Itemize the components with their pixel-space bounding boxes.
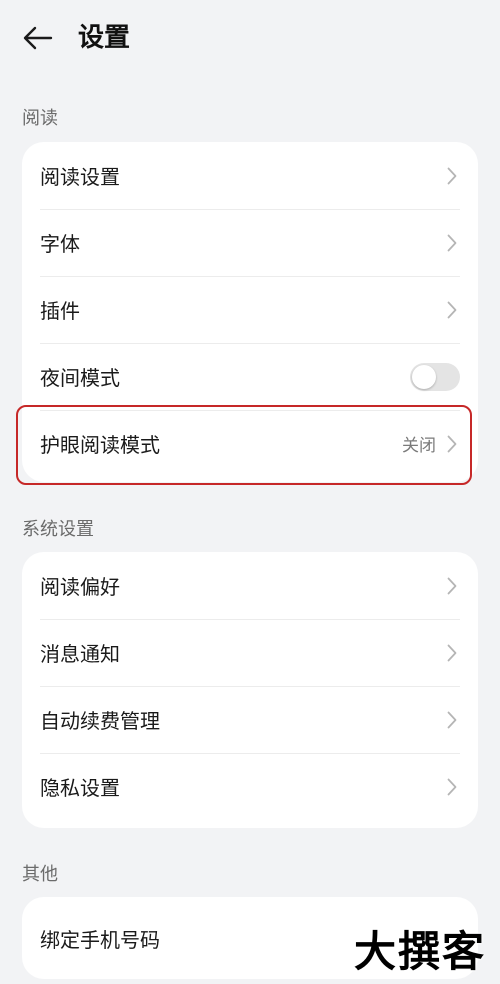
- row-font[interactable]: 字体: [22, 209, 478, 276]
- row-plugins[interactable]: 插件: [22, 276, 478, 343]
- header: 设置: [0, 0, 500, 76]
- row-label: 插件: [40, 299, 80, 323]
- row-auto-renewal[interactable]: 自动续费管理: [22, 686, 478, 753]
- page-title: 设置: [78, 23, 131, 53]
- night-mode-toggle[interactable]: [410, 362, 460, 391]
- chevron-right-icon: [444, 777, 460, 797]
- row-label: 夜间模式: [40, 366, 120, 390]
- chevron-right-icon: [444, 300, 460, 320]
- row-night-mode: 夜间模式: [22, 343, 478, 410]
- row-label: 隐私设置: [40, 776, 120, 800]
- chevron-right-icon: [444, 643, 460, 663]
- section-label-system: 系统设置: [22, 519, 94, 540]
- chevron-right-icon: [444, 710, 460, 730]
- system-card: 阅读偏好 消息通知 自动续费管理 隐私设置: [22, 552, 478, 828]
- row-label: 消息通知: [40, 642, 120, 666]
- row-eye-protection[interactable]: 护眼阅读模式 关闭: [22, 410, 478, 477]
- row-reading-settings[interactable]: 阅读设置: [22, 142, 478, 209]
- back-button[interactable]: [18, 18, 58, 58]
- chevron-right-icon: [444, 576, 460, 596]
- chevron-right-icon: [444, 434, 460, 454]
- row-notifications[interactable]: 消息通知: [22, 619, 478, 686]
- arrow-left-icon: [23, 26, 53, 50]
- row-label: 阅读设置: [40, 165, 120, 189]
- row-label: 阅读偏好: [40, 575, 120, 599]
- chevron-right-icon: [444, 233, 460, 253]
- row-label: 字体: [40, 232, 80, 256]
- watermark: 大撰客: [353, 927, 486, 976]
- toggle-knob: [412, 364, 436, 389]
- row-value: 关闭: [402, 436, 436, 456]
- section-label-reading: 阅读: [22, 108, 58, 129]
- row-label: 自动续费管理: [40, 709, 160, 733]
- settings-screen: 设置 阅读 阅读设置 字体 插件 夜间模式 护眼阅读模式 关闭 系统设置 阅读偏…: [0, 0, 500, 984]
- row-label: 护眼阅读模式: [40, 433, 160, 457]
- chevron-right-icon: [444, 166, 460, 186]
- row-privacy[interactable]: 隐私设置: [22, 753, 478, 820]
- section-label-other: 其他: [22, 864, 58, 885]
- row-reading-preference[interactable]: 阅读偏好: [22, 552, 478, 619]
- reading-card: 阅读设置 字体 插件 夜间模式 护眼阅读模式 关闭: [22, 142, 478, 482]
